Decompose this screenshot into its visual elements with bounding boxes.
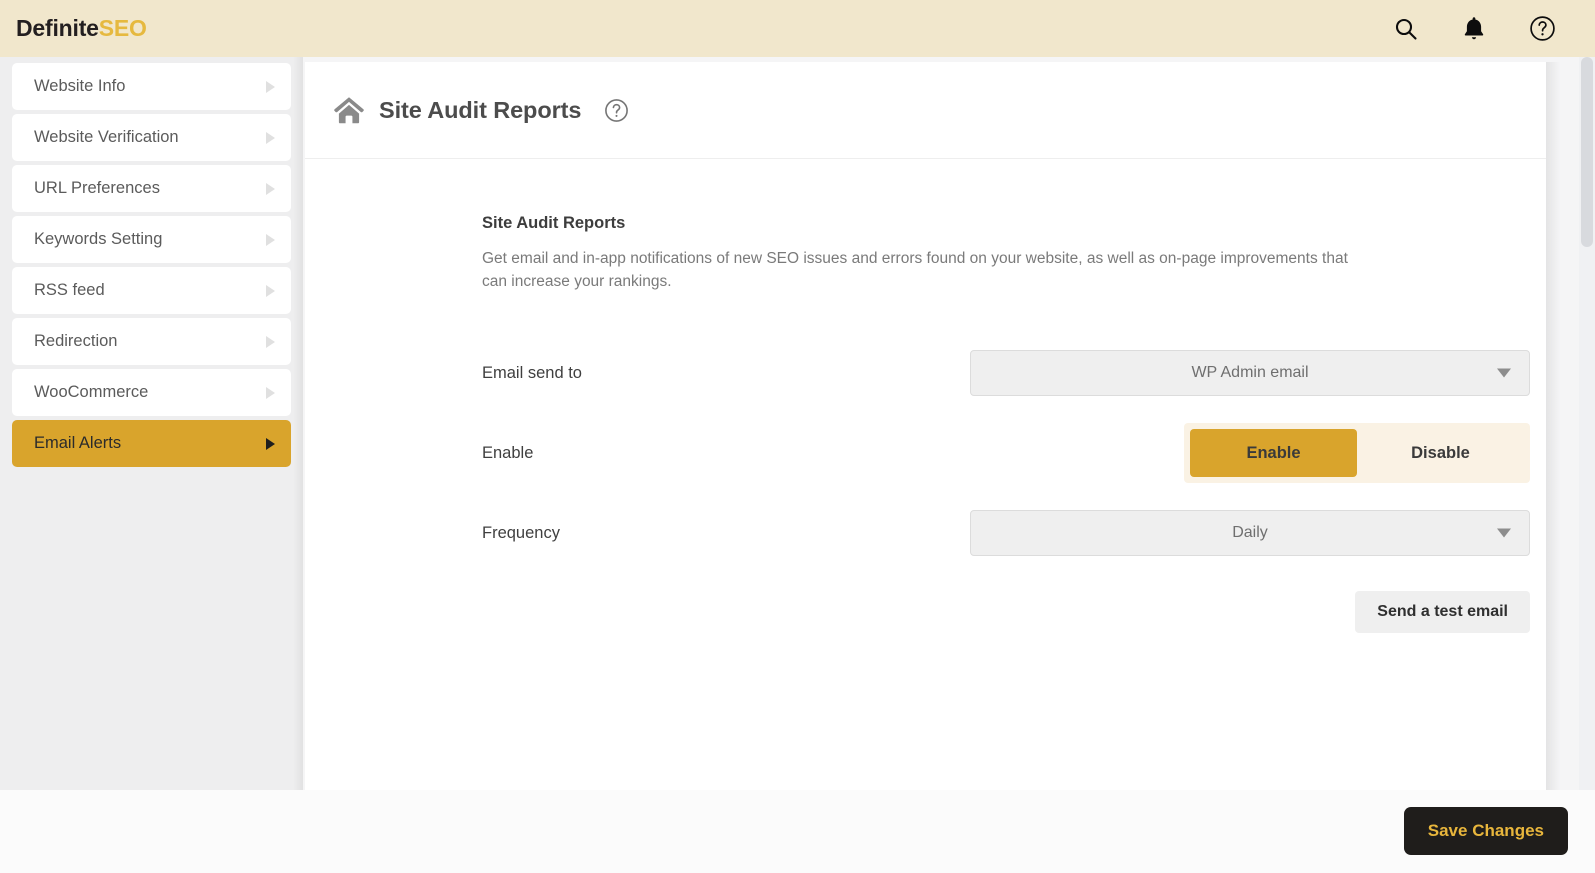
sidebar-item-label: WooCommerce	[34, 383, 149, 402]
chevron-right-icon	[266, 335, 275, 348]
frequency-control: Daily	[812, 510, 1546, 557]
chevron-right-icon	[266, 386, 275, 399]
form-row-enable: Enable Enable Disable	[482, 413, 1546, 493]
sidebar-item-website-info[interactable]: Website Info	[12, 63, 291, 110]
frequency-value: Daily	[1232, 524, 1268, 542]
top-header: DefiniteSEO	[0, 0, 1595, 57]
email-send-to-value: WP Admin email	[1191, 364, 1309, 382]
form-row-email-send-to: Email send to WP Admin email	[482, 333, 1546, 413]
chevron-right-icon	[266, 284, 275, 297]
sidebar-item-url-preferences[interactable]: URL Preferences	[12, 165, 291, 212]
frequency-select[interactable]: Daily	[970, 510, 1530, 557]
content-card: Site Audit Reports Site Audit Reports Ge…	[305, 62, 1546, 790]
section-title: Site Audit Reports	[482, 214, 626, 232]
sidebar-item-label: Keywords Setting	[34, 230, 163, 249]
search-icon[interactable]	[1391, 14, 1421, 44]
email-send-to-select[interactable]: WP Admin email	[970, 350, 1530, 397]
footer-bar: Save Changes	[0, 790, 1595, 873]
sidebar-item-rss-feed[interactable]: RSS feed	[12, 267, 291, 314]
save-changes-button[interactable]: Save Changes	[1403, 807, 1568, 855]
sidebar: Website Info Website Verification URL Pr…	[0, 57, 303, 790]
sidebar-item-label: Redirection	[34, 332, 118, 351]
scrollbar-thumb[interactable]	[1581, 57, 1593, 247]
brand-name-accent: SEO	[98, 15, 147, 41]
frequency-label: Frequency	[482, 523, 560, 542]
email-send-to-label: Email send to	[482, 363, 582, 382]
enable-label: Enable	[482, 443, 534, 462]
help-circle-icon[interactable]	[604, 98, 629, 123]
settings-form: Email send to WP Admin email Enable Enab…	[305, 333, 1546, 634]
chevron-right-icon	[266, 437, 275, 450]
enable-button[interactable]: Enable	[1190, 429, 1357, 478]
chevron-right-icon	[266, 182, 275, 195]
sidebar-item-label: RSS feed	[34, 281, 105, 300]
enable-control: Enable Disable	[812, 423, 1546, 484]
disable-button[interactable]: Disable	[1357, 429, 1524, 477]
card-header: Site Audit Reports	[305, 62, 1546, 159]
test-email-row: Send a test email	[482, 591, 1546, 634]
home-icon	[333, 95, 365, 125]
help-circle-icon[interactable]	[1527, 14, 1557, 44]
send-test-email-button[interactable]: Send a test email	[1355, 591, 1530, 634]
sidebar-item-label: Website Info	[34, 77, 126, 96]
vertical-scrollbar[interactable]	[1579, 57, 1595, 790]
email-send-to-control: WP Admin email	[812, 350, 1546, 397]
bell-icon[interactable]	[1459, 14, 1489, 44]
sidebar-item-woocommerce[interactable]: WooCommerce	[12, 369, 291, 416]
chevron-down-icon	[1497, 528, 1511, 538]
chevron-right-icon	[266, 131, 275, 144]
chevron-right-icon	[266, 233, 275, 246]
section-description: Get email and in-app notifications of ne…	[482, 250, 1348, 291]
sidebar-item-redirection[interactable]: Redirection	[12, 318, 291, 365]
page-title: Site Audit Reports	[379, 96, 582, 123]
sidebar-item-email-alerts[interactable]: Email Alerts	[12, 420, 291, 467]
chevron-right-icon	[266, 80, 275, 93]
sidebar-item-label: Email Alerts	[34, 434, 122, 453]
card-body: Site Audit Reports Get email and in-app …	[305, 159, 1546, 790]
top-header-actions	[1391, 14, 1557, 44]
sidebar-item-label: URL Preferences	[34, 179, 160, 198]
enable-toggle-group: Enable Disable	[1184, 423, 1530, 484]
brand-logo[interactable]: DefiniteSEO	[16, 17, 147, 40]
panel-edge-shadow	[1546, 62, 1560, 790]
app-root: DefiniteSEO Website Info Website Verific…	[0, 0, 1595, 873]
brand-name-primary: Definite	[16, 15, 99, 41]
form-row-frequency: Frequency Daily	[482, 493, 1546, 573]
sidebar-item-label: Website Verification	[34, 128, 179, 147]
main-panel: Site Audit Reports Site Audit Reports Ge…	[305, 62, 1546, 790]
footer-strip	[305, 790, 1595, 873]
chevron-down-icon	[1497, 368, 1511, 378]
sidebar-item-keywords-setting[interactable]: Keywords Setting	[12, 216, 291, 263]
sidebar-item-website-verification[interactable]: Website Verification	[12, 114, 291, 161]
section-header: Site Audit Reports Get email and in-app …	[305, 214, 1546, 293]
